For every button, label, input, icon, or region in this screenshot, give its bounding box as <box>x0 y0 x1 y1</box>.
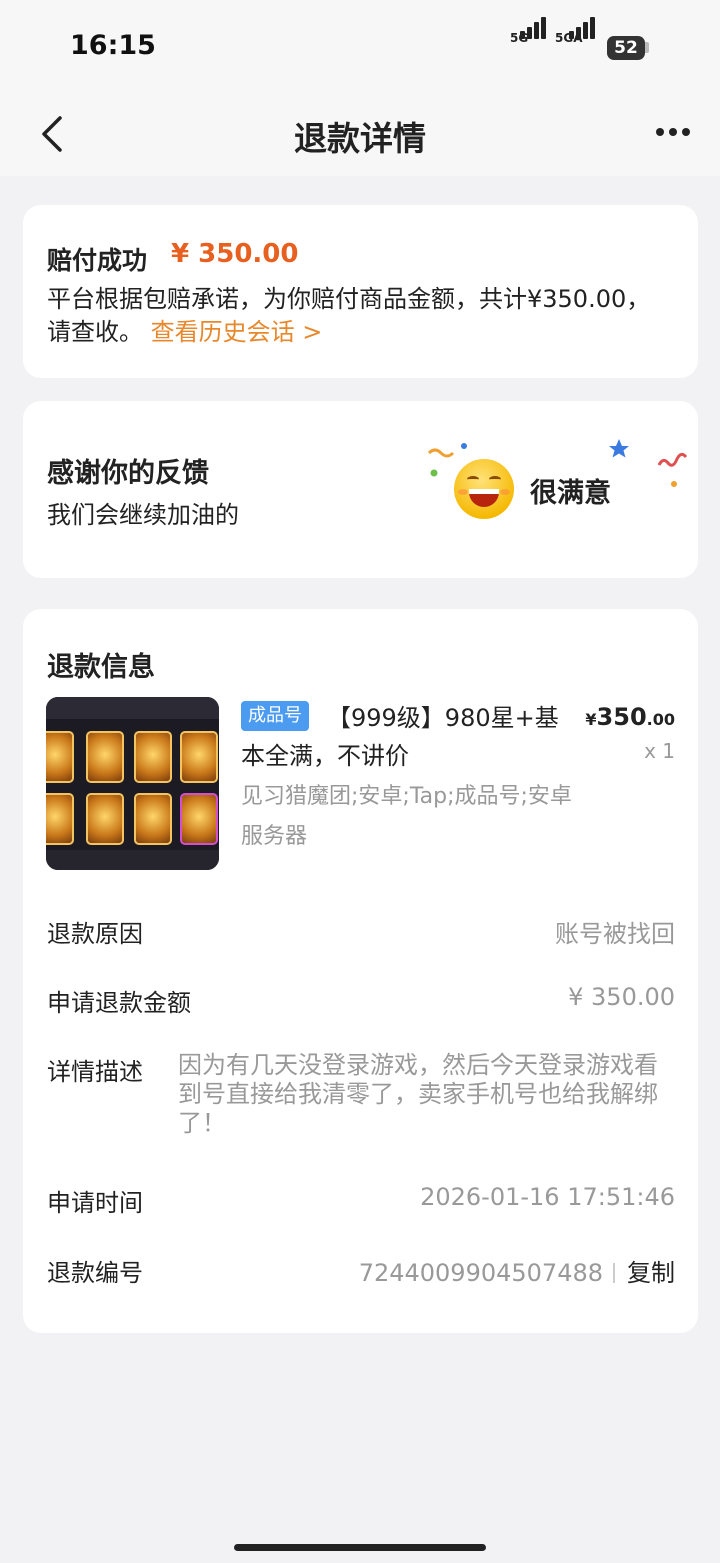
refund-info-heading: 退款信息 <box>47 652 155 683</box>
status-bar: 16:15 5G 5GA 52 <box>0 0 720 96</box>
apply-time-value: 2026-01-16 17:51:46 <box>420 1183 675 1211</box>
smiley-face-icon <box>454 459 514 519</box>
product-thumbnail[interactable] <box>46 697 219 870</box>
signal-5g-icon: 5G <box>510 17 554 61</box>
divider <box>613 1263 615 1283</box>
detail-description-label: 详情描述 <box>47 1058 143 1086</box>
compensation-title: 赔付成功 <box>47 246 148 275</box>
refund-amount-value: ¥ 350.00 <box>568 983 675 1011</box>
history-chat-link[interactable]: 查看历史会话 > <box>151 318 323 346</box>
feedback-title: 感谢你的反馈 <box>47 458 209 489</box>
product-attributes: 见习猎魔团;安卓;Tap;成品号;安卓服务器 <box>241 784 572 849</box>
feedback-card: 感谢你的反馈 我们会继续加油的 很满意 <box>23 401 698 578</box>
compensation-desc-text: 平台根据包赔承诺，为你赔付商品金额，共计¥350.00，请查收。 <box>47 285 651 346</box>
copy-button[interactable]: 复制 <box>627 1259 675 1287</box>
feedback-subtitle: 我们会继续加油的 <box>47 501 239 529</box>
refund-reason-label: 退款原因 <box>47 920 143 948</box>
product-price: ¥350.00 <box>585 703 675 731</box>
product-quantity: x 1 <box>644 739 675 763</box>
product-tag: 成品号 <box>241 701 309 731</box>
battery-icon: 52 <box>607 36 645 60</box>
battery-cap <box>645 42 649 53</box>
compensation-description: 平台根据包赔承诺，为你赔付商品金额，共计¥350.00，请查收。 查看历史会话 … <box>47 283 667 349</box>
nav-bar: 退款详情 <box>0 96 720 176</box>
detail-description-value: 因为有几天没登录游戏，然后今天登录游戏看到号直接给我清零了，卖家手机号也给我解绑… <box>178 1051 658 1137</box>
home-indicator[interactable] <box>234 1544 486 1551</box>
signal-5ga-icon: 5GA <box>555 17 603 61</box>
more-options-icon[interactable] <box>650 120 694 144</box>
refund-reason-value: 账号被找回 <box>555 920 675 948</box>
apply-time-label: 申请时间 <box>47 1189 143 1217</box>
compensation-card: 赔付成功 ¥ 350.00 平台根据包赔承诺，为你赔付商品金额，共计¥350.0… <box>23 205 698 378</box>
refund-number-label: 退款编号 <box>47 1259 143 1287</box>
status-time: 16:15 <box>70 30 156 61</box>
refund-number-row: 7244009904507488 复制 <box>359 1253 675 1288</box>
refund-amount-label: 申请退款金额 <box>47 989 191 1017</box>
refund-number-value: 7244009904507488 <box>358 1259 603 1287</box>
page-title: 退款详情 <box>294 119 426 158</box>
compensation-amount: ¥ 350.00 <box>171 239 299 269</box>
rating-label: 很满意 <box>530 478 611 509</box>
refund-info-card: 退款信息 【999级】980星+基本全满，不讲价 成品号 见习猎魔团;安卓;Ta… <box>23 609 698 1333</box>
